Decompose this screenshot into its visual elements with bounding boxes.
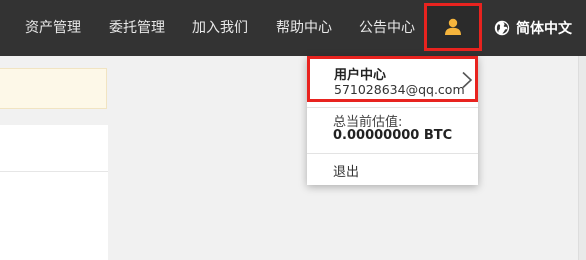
nav-announcement-center[interactable]: 公告中心 [359,0,415,56]
user-dropdown-menu: 用户中心 571028634@qq.com 总当前估值: 0.00000000 … [307,56,478,185]
user-center-title: 用户中心 [334,68,387,83]
divider [0,171,108,172]
nav-help-center[interactable]: 帮助中心 [276,0,332,56]
user-menu-button[interactable] [424,3,482,51]
content-panel [0,125,108,260]
user-icon [445,18,461,35]
estimate-value: 0.00000000 BTC [333,128,453,143]
language-selector[interactable]: 简体中文 [494,0,572,56]
nav-order-management[interactable]: 委托管理 [109,0,165,56]
globe-icon [494,20,510,36]
divider [307,153,478,154]
divider [307,107,478,108]
notice-banner [0,68,107,109]
logout-button[interactable]: 退出 [333,161,359,180]
user-email: 571028634@qq.com [334,82,465,97]
nav-asset-management[interactable]: 资产管理 [25,0,81,56]
chevron-right-icon [462,71,473,89]
user-center-link[interactable]: 用户中心 571028634@qq.com [307,56,478,102]
top-navigation-bar: 资产管理 委托管理 加入我们 帮助中心 公告中心 简体中文 [0,0,586,56]
language-label: 简体中文 [516,21,572,37]
scrollbar[interactable] [578,56,586,260]
nav-join-us[interactable]: 加入我们 [192,0,248,56]
